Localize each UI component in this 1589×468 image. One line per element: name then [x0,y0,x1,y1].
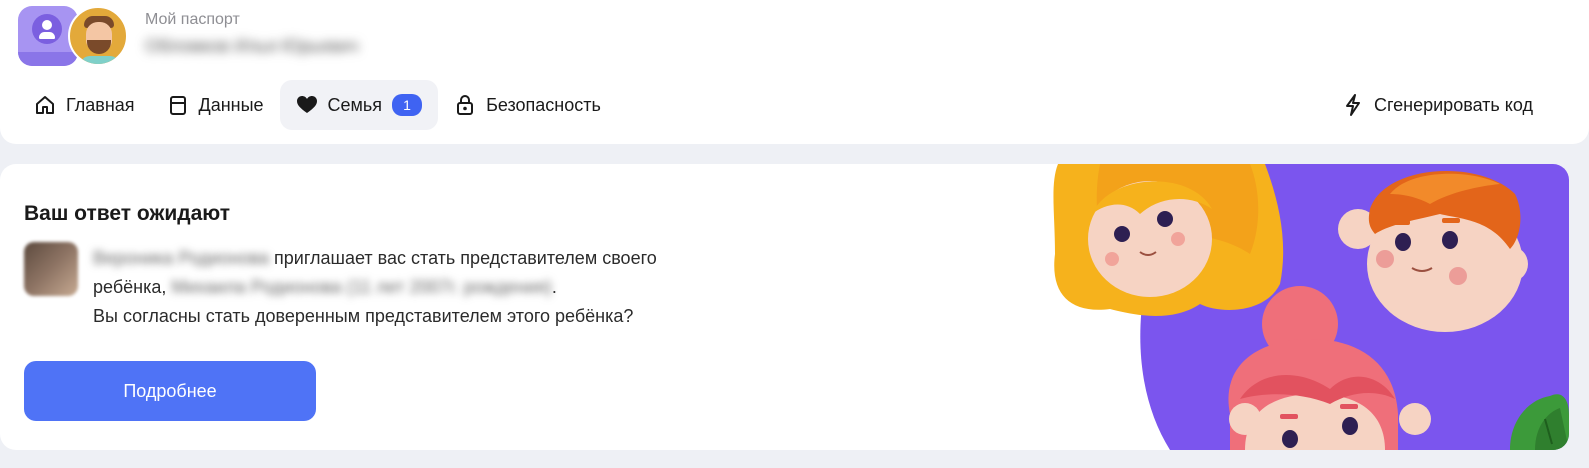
inviter-name: Вероника Родионова [93,248,270,268]
header: Мой паспорт Обломков Илья Юрьевич Главна… [0,0,1589,144]
generate-code-label: Сгенерировать код [1373,94,1533,115]
family-count-badge: 1 [392,94,423,116]
child-info: Михаила Родионова (11 лет 2007г. рождени… [171,277,552,297]
home-icon [34,94,56,116]
nav-data[interactable]: Данные [151,80,280,130]
generate-code-button[interactable]: Сгенерировать код [1342,80,1533,130]
invitation-card: Ваш ответ ожидают Вероника Родионова при… [0,164,1569,450]
main-nav: Главная Данные Семья 1 Безопасность [18,80,617,130]
profile-avatars[interactable] [18,6,130,66]
user-icon [32,14,62,44]
details-button[interactable]: Подробнее [24,361,316,421]
nav-data-label: Данные [198,94,264,115]
user-name: Обломков Илья Юрьевич [145,36,359,56]
user-avatar[interactable] [68,6,128,66]
lock-icon [454,94,476,116]
heart-icon [296,94,318,116]
nav-home[interactable]: Главная [18,80,151,130]
nav-family-label: Семья [327,94,383,115]
passport-label: Мой паспорт [145,11,240,28]
nav-home-label: Главная [66,94,135,115]
children-illustration [1053,164,1569,450]
invitation-text-part2: . [551,277,557,297]
inviter-avatar [24,242,78,296]
invitation-text: Вероника Родионова приглашает вас стать … [93,244,713,331]
invitation-question: Вы согласны стать доверенным представите… [93,306,634,326]
nav-security[interactable]: Безопасность [438,80,617,130]
lightning-icon [1342,93,1364,117]
clipboard-icon [167,94,189,116]
card-title: Ваш ответ ожидают [24,202,230,225]
nav-security-label: Безопасность [486,94,601,115]
nav-family[interactable]: Семья 1 [279,80,439,130]
